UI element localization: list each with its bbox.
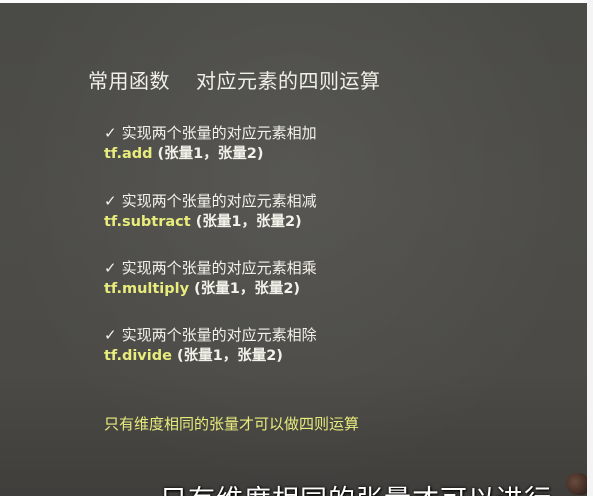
function-name: tf.multiply: [104, 281, 190, 297]
list-item: ✓ 实现两个张量的对应元素相乘 tf.multiply (张量1，张量2): [104, 258, 317, 300]
video-subtitle: 只有维度相同的张量才可以进行: [160, 478, 552, 496]
video-frame: 常用函数 对应元素的四则运算 ✓ 实现两个张量的对应元素相加 tf.add (张量1…: [0, 0, 593, 496]
item-description: 实现两个张量的对应元素相加: [121, 124, 317, 142]
item-description: 实现两个张量的对应元素相减: [121, 192, 317, 210]
frame-edge: [587, 0, 593, 496]
function-args: (张量1，张量2): [189, 281, 301, 297]
function-name: tf.subtract: [104, 214, 191, 230]
item-description: 实现两个张量的对应元素相乘: [121, 259, 317, 277]
check-icon: ✓: [104, 192, 117, 210]
check-icon: ✓: [104, 124, 117, 142]
presentation-slide: 常用函数 对应元素的四则运算 ✓ 实现两个张量的对应元素相加 tf.add (张量1…: [0, 3, 587, 496]
function-name: tf.divide: [104, 348, 172, 364]
slide-title-main: 常用函数: [88, 69, 170, 93]
function-args: (张量1，张量2): [171, 348, 283, 364]
item-description: 实现两个张量的对应元素相除: [121, 326, 317, 344]
slide-title: 常用函数 对应元素的四则运算: [88, 65, 381, 94]
presenter-hand: [566, 473, 587, 495]
list-item: ✓ 实现两个张量的对应元素相除 tf.divide (张量1，张量2): [104, 325, 317, 367]
slide-note: 只有维度相同的张量才可以做四则运算: [104, 415, 360, 433]
function-args: (张量1，张量2): [190, 214, 302, 230]
function-name: tf.add: [104, 146, 153, 162]
check-icon: ✓: [104, 259, 117, 277]
check-icon: ✓: [104, 326, 117, 344]
slide-title-sub: 对应元素的四则运算: [196, 69, 381, 93]
list-item: ✓ 实现两个张量的对应元素相加 tf.add (张量1，张量2): [104, 123, 317, 165]
list-item: ✓ 实现两个张量的对应元素相减 tf.subtract (张量1，张量2): [104, 191, 317, 233]
function-args: (张量1，张量2): [152, 146, 264, 162]
